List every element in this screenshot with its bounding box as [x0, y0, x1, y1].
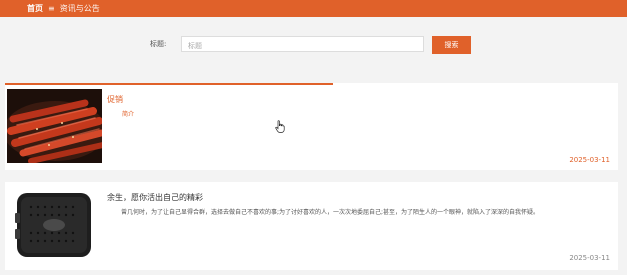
breadcrumb-current: 资讯与公告	[59, 4, 100, 13]
article-card[interactable]: 促销 简介 2025-03-11	[5, 83, 618, 170]
search-label: 标题:	[150, 40, 167, 48]
article-title[interactable]: 促销	[107, 94, 123, 105]
breadcrumb-separator-icon: ≡	[48, 4, 55, 13]
article-card[interactable]: 余生，愿你活出自己的精彩 曾几何时，为了让自己显得合群，选择去做自己不喜欢的事;…	[5, 182, 618, 270]
breadcrumb-bar: 首页 ≡ 资讯与公告	[0, 0, 627, 17]
article-date: 2025-03-11	[569, 156, 610, 164]
article-summary: 简介	[122, 111, 135, 118]
speaker-image[interactable]	[7, 185, 102, 259]
article-title[interactable]: 余生，愿你活出自己的精彩	[107, 192, 203, 203]
article-summary: 曾几何时，为了让自己显得合群，选择去做自己不喜欢的事;为了讨好喜欢的人，一次次地…	[121, 209, 540, 216]
search-input[interactable]: 标题	[181, 36, 424, 52]
hand-cursor-icon	[275, 118, 285, 133]
card-accent-bar	[5, 83, 333, 85]
search-form: 标题: 标题 搜索	[0, 36, 627, 54]
beef-jerky-image[interactable]	[7, 89, 102, 163]
search-button[interactable]: 搜索	[432, 36, 471, 54]
breadcrumb-home[interactable]: 首页	[27, 3, 43, 14]
article-date: 2025-03-11	[569, 254, 610, 262]
